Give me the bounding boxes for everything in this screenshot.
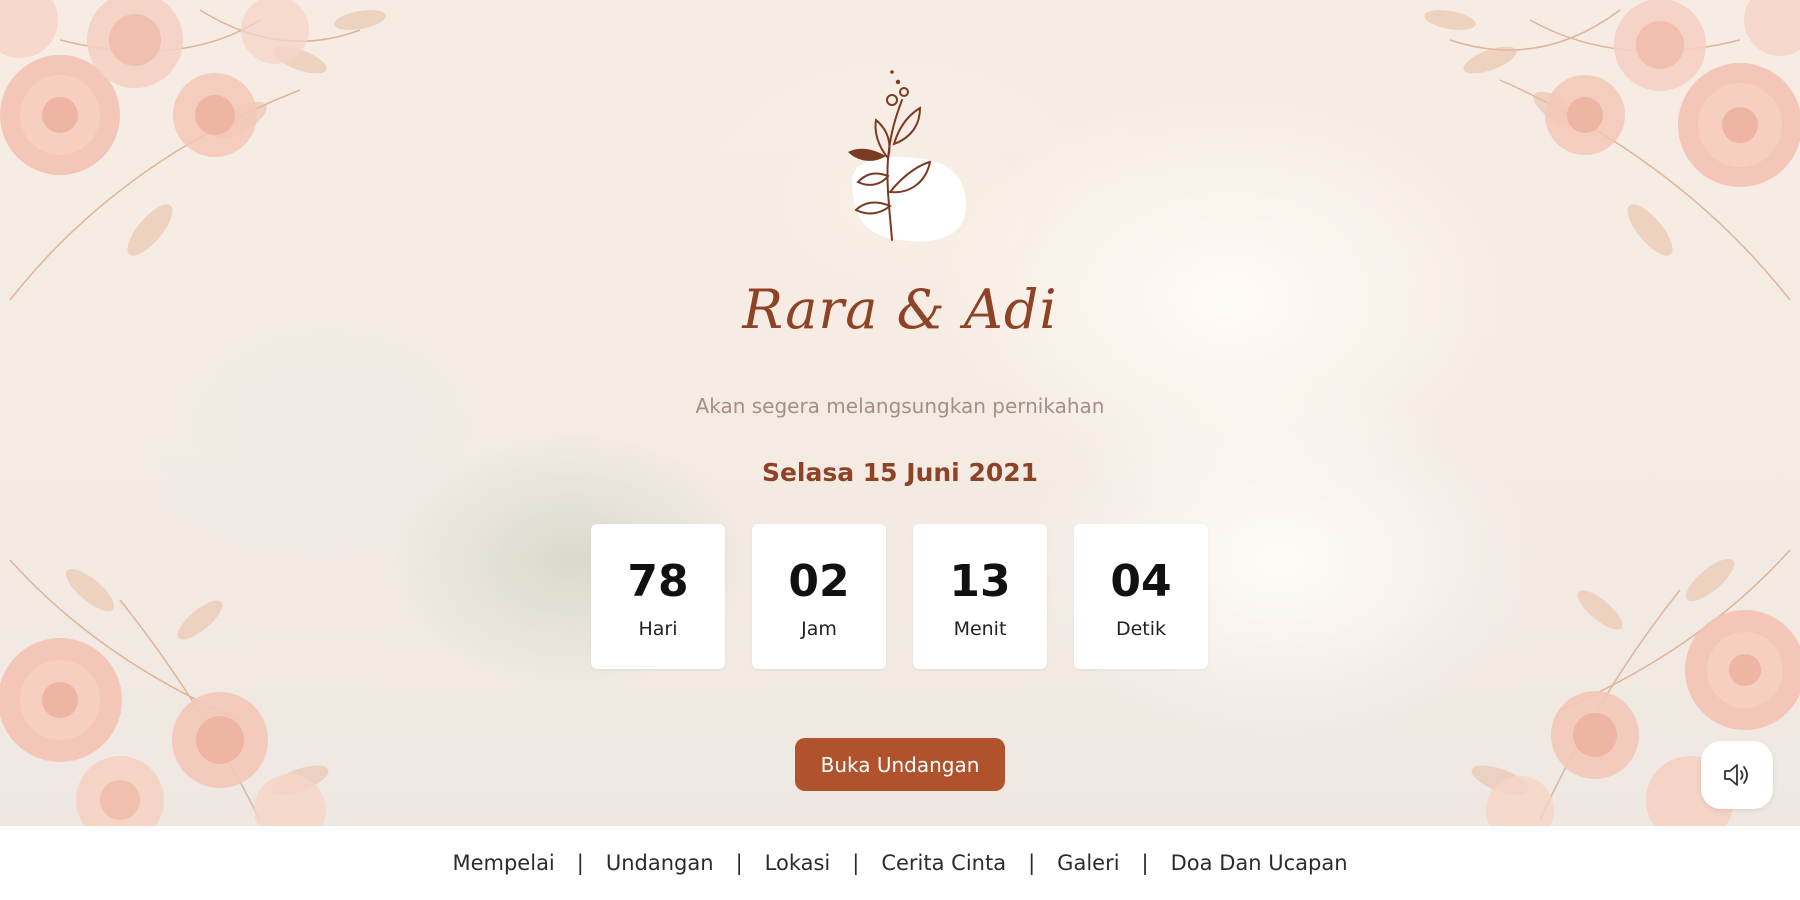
floral-decoration-bottom-left	[0, 559, 329, 826]
open-invitation-button[interactable]: Buka Undangan	[795, 738, 1005, 791]
countdown-label: Jam	[801, 618, 837, 640]
countdown-minutes: 13 Menit	[913, 524, 1047, 669]
nav-separator: |	[1028, 851, 1036, 875]
countdown-value: 02	[788, 556, 850, 607]
countdown-value: 78	[627, 556, 689, 607]
nav-item-mempelai[interactable]: Mempelai	[452, 851, 554, 875]
floral-decoration-top-right	[1424, 0, 1800, 301]
countdown-value: 13	[949, 556, 1011, 607]
wedding-date: Selasa 15 Juni 2021	[761, 458, 1039, 487]
speaker-volume-icon	[1724, 764, 1748, 786]
nav-separator: |	[576, 851, 584, 875]
floral-decoration-top-left	[0, 0, 386, 301]
hero-section: Rara & Adi Akan segera melangsungkan per…	[0, 0, 1800, 826]
countdown-hours: 02 Jam	[752, 524, 886, 669]
countdown-label: Detik	[1115, 618, 1167, 640]
countdown-days: 78 Hari	[591, 524, 725, 669]
nav-item-lokasi[interactable]: Lokasi	[765, 851, 831, 875]
countdown-seconds: 04 Detik	[1074, 524, 1208, 669]
nav-separator: |	[735, 851, 743, 875]
nav-item-galeri[interactable]: Galeri	[1057, 851, 1119, 875]
section-navigation: Mempelai | Undangan | Lokasi | Cerita Ci…	[0, 826, 1800, 900]
nav-item-cerita-cinta[interactable]: Cerita Cinta	[881, 851, 1006, 875]
nav-separator: |	[1141, 851, 1149, 875]
floral-branch-icon	[848, 70, 966, 242]
countdown-value: 04	[1110, 556, 1172, 607]
countdown-timer: 78 Hari 02 Jam 13 Menit 04 Detik	[591, 524, 1208, 669]
countdown-label: Menit	[953, 618, 1007, 640]
countdown-label: Hari	[638, 618, 678, 640]
nav-item-undangan[interactable]: Undangan	[606, 851, 714, 875]
couple-names: Rara & Adi	[742, 278, 1058, 341]
subtitle: Akan segera melangsungkan pernikahan	[695, 394, 1105, 418]
nav-separator: |	[852, 851, 860, 875]
audio-toggle-button[interactable]	[1701, 741, 1773, 809]
nav-item-doa-dan-ucapan[interactable]: Doa Dan Ucapan	[1171, 851, 1348, 875]
